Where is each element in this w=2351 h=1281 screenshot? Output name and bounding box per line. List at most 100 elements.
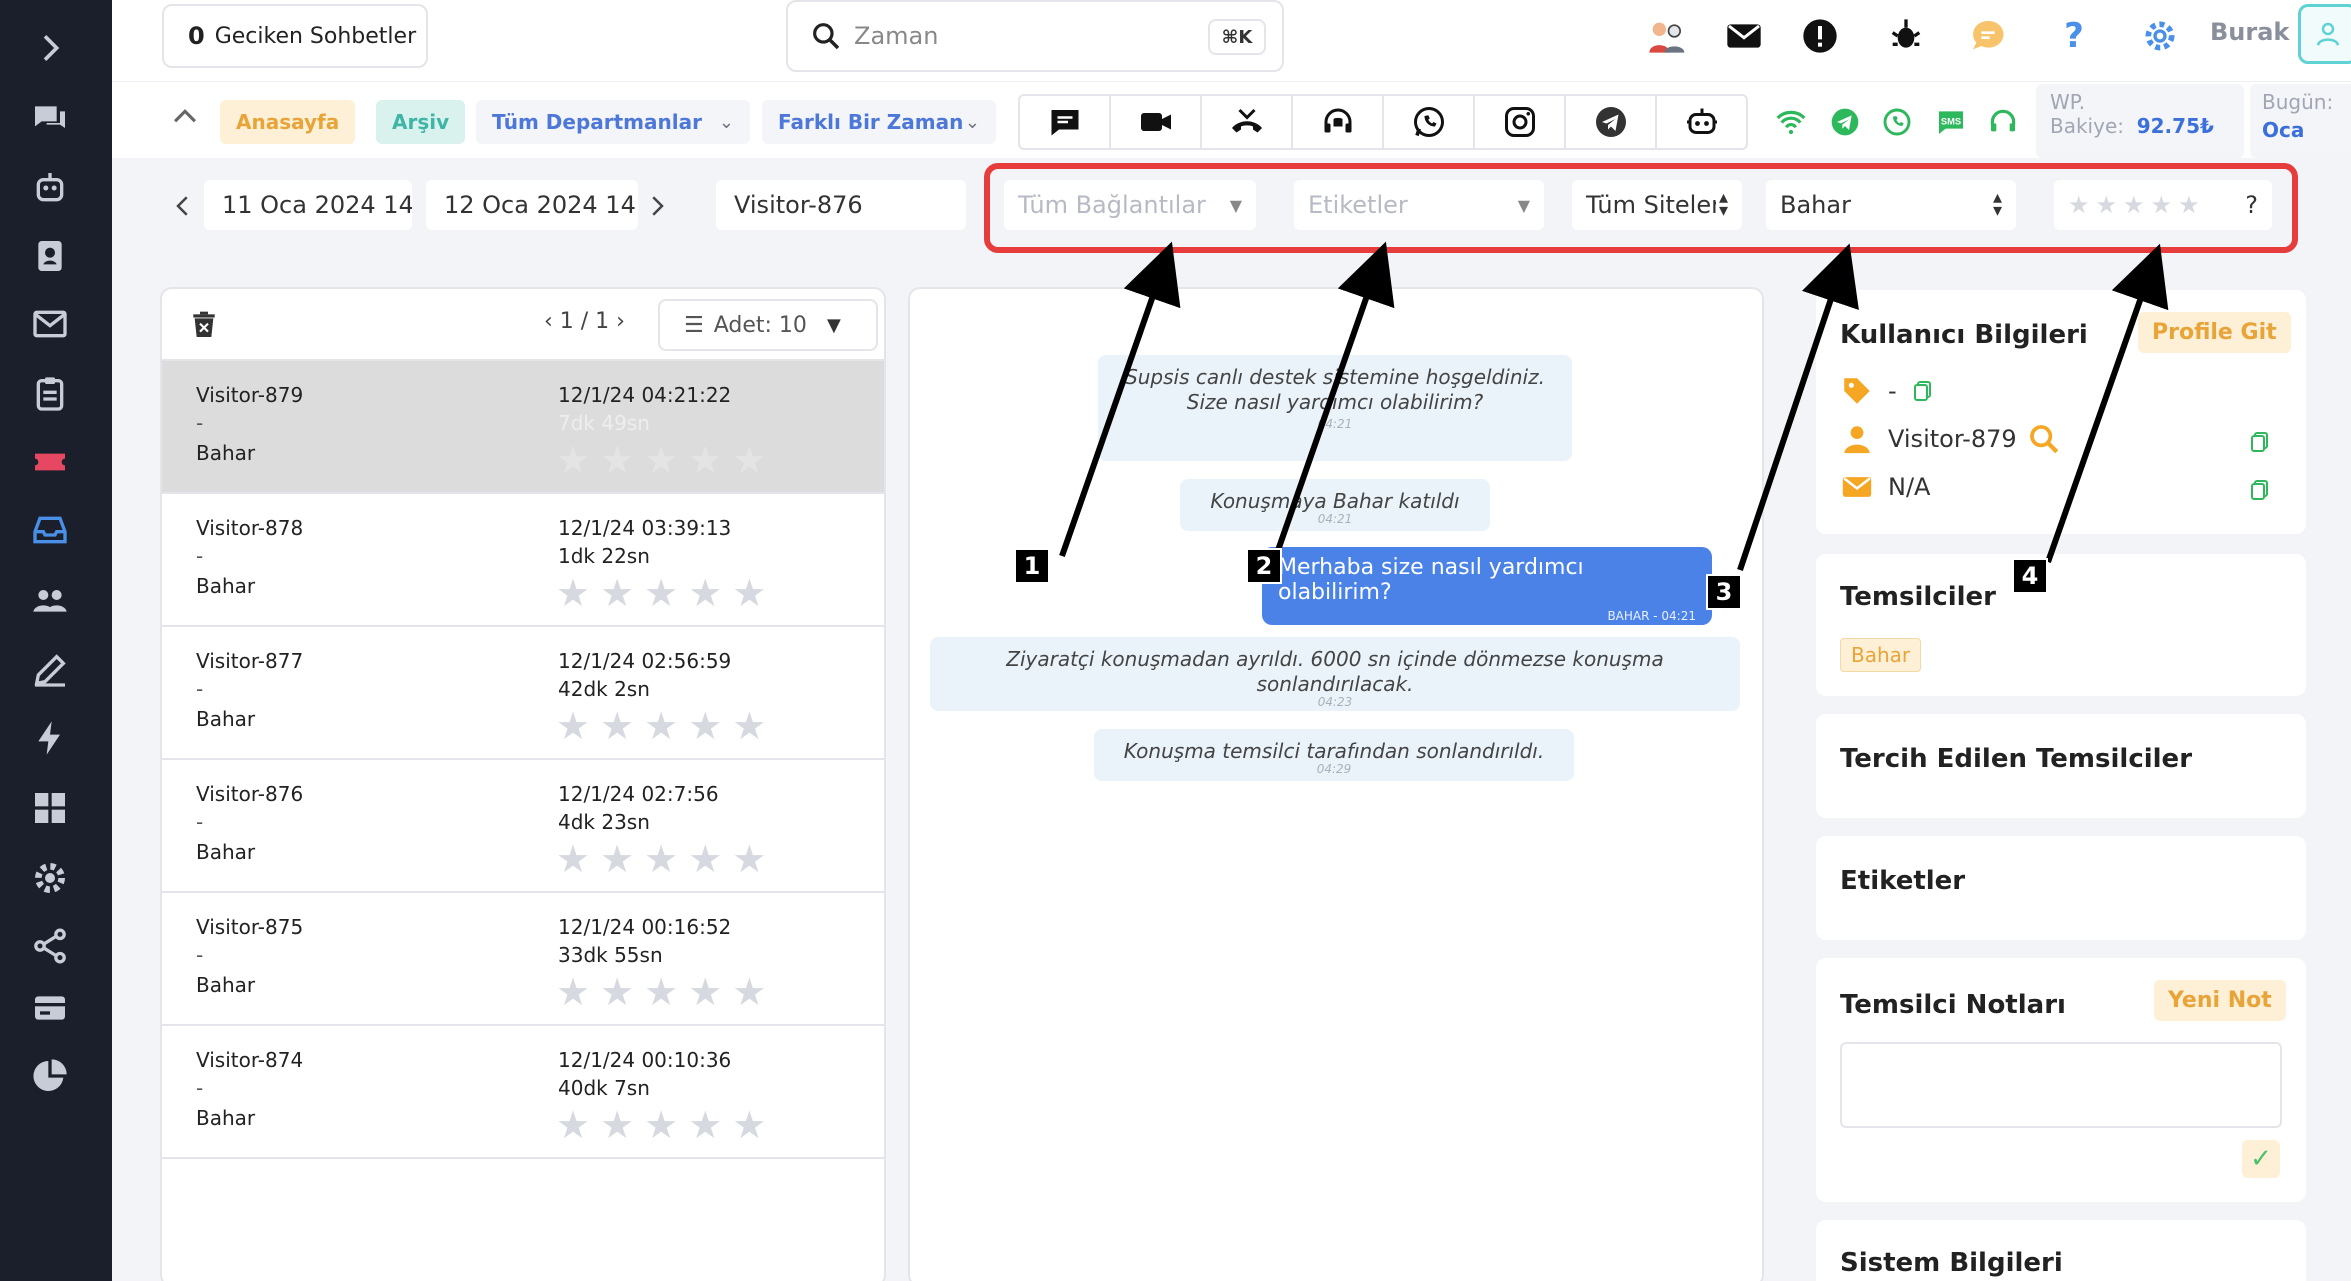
pagination[interactable]: ‹ 1 / 1 › bbox=[544, 309, 625, 334]
chat-messages-panel: Supsis canlı destek sistemine hoşgeldini… bbox=[908, 287, 1764, 1281]
row-dash: - bbox=[196, 677, 204, 701]
chat-list-row[interactable]: Visitor-875 - Bahar 12/1/24 00:16:52 33d… bbox=[162, 893, 884, 1026]
date-to-input[interactable]: 12 Oca 2024 14:2 bbox=[426, 180, 638, 230]
whatsapp-icon bbox=[1413, 107, 1444, 137]
headset-icon bbox=[1324, 108, 1351, 133]
user-icon bbox=[2316, 22, 2340, 46]
representative-badge[interactable]: Bahar bbox=[1840, 638, 1922, 672]
telegram-status-icon[interactable] bbox=[1826, 103, 1864, 141]
support-agents-icon[interactable] bbox=[1640, 10, 1692, 62]
magnifier-icon[interactable] bbox=[2027, 422, 2061, 456]
date-prev-arrow[interactable] bbox=[168, 190, 198, 230]
share-icon[interactable] bbox=[28, 924, 72, 968]
date-next-arrow[interactable] bbox=[642, 190, 672, 230]
billing-card-icon[interactable] bbox=[28, 986, 72, 1030]
breadcrumb-home[interactable]: Anasayfa bbox=[220, 100, 356, 144]
breadcrumb-archive[interactable]: Arşiv bbox=[376, 100, 466, 144]
search-input[interactable]: Zaman ⌘K bbox=[786, 0, 1284, 72]
user-email-value: N/A bbox=[1888, 473, 1931, 501]
sort-lines-icon: ☰ bbox=[684, 312, 704, 338]
overdue-chats-button[interactable]: 0 Geciken Sohbetler bbox=[162, 4, 428, 68]
wp-balance: WP. Bakiye: 92.75₺ bbox=[2036, 84, 2244, 158]
grid-icon[interactable] bbox=[28, 786, 72, 830]
users-icon[interactable] bbox=[28, 578, 72, 622]
user-name[interactable]: Burak bbox=[2210, 18, 2289, 46]
wifi-status-icon[interactable] bbox=[1772, 103, 1810, 141]
channel-missed-call[interactable] bbox=[1202, 96, 1293, 148]
row-date: 12/1/24 04:21:22 bbox=[558, 383, 732, 407]
channel-instagram[interactable] bbox=[1475, 96, 1566, 148]
mail-icon[interactable] bbox=[28, 302, 72, 346]
row-dash: - bbox=[196, 810, 204, 834]
new-note-button[interactable]: Yeni Not bbox=[2154, 980, 2286, 1021]
row-date: 12/1/24 00:10:36 bbox=[558, 1048, 732, 1072]
lightning-icon[interactable] bbox=[28, 716, 72, 760]
chat-list-row[interactable]: Visitor-879 - Bahar 12/1/24 04:21:22 7dk… bbox=[162, 361, 884, 494]
chat-list-row[interactable]: Visitor-878 - Bahar 12/1/24 03:39:13 1dk… bbox=[162, 494, 884, 627]
today-summary: Bugün: Oca bbox=[2250, 84, 2351, 158]
row-date: 12/1/24 03:39:13 bbox=[558, 516, 732, 540]
system-message-ended: Konuşma temsilci tarafından sonlandırıld… bbox=[1094, 729, 1574, 781]
contacts-icon[interactable] bbox=[28, 234, 72, 278]
mail-icon[interactable] bbox=[1718, 10, 1770, 62]
row-date: 12/1/24 00:16:52 bbox=[558, 915, 732, 939]
whatsapp-status-icon[interactable] bbox=[1878, 103, 1916, 141]
row-agent: Bahar bbox=[196, 973, 256, 997]
edit-pen-icon[interactable] bbox=[28, 648, 72, 692]
inbox-archive-icon[interactable] bbox=[28, 508, 72, 552]
chat-list-row[interactable]: Visitor-877 - Bahar 12/1/24 02:56:59 42d… bbox=[162, 627, 884, 760]
row-date: 12/1/24 02:56:59 bbox=[558, 649, 732, 673]
avatar[interactable] bbox=[2298, 4, 2351, 64]
copy-icon[interactable] bbox=[2248, 478, 2272, 502]
bug-icon[interactable] bbox=[1880, 10, 1932, 62]
profile-go-button[interactable]: Profile Git bbox=[2138, 312, 2291, 353]
help-icon[interactable]: ? bbox=[2048, 10, 2100, 62]
settings-gear-icon[interactable] bbox=[2134, 10, 2186, 62]
missed-call-icon bbox=[1231, 108, 1262, 133]
channel-bot[interactable] bbox=[1657, 96, 1746, 148]
overdue-count: 0 bbox=[188, 22, 205, 50]
collapse-chevron-up-icon[interactable] bbox=[168, 100, 202, 141]
agent-message-meta: BAHAR - 04:21 bbox=[1607, 609, 1696, 623]
department-select[interactable]: Tüm Departmanlar ⌄ bbox=[476, 100, 750, 144]
sms-status-icon[interactable]: SMS bbox=[1932, 103, 1970, 141]
instagram-icon bbox=[1504, 107, 1535, 137]
trash-icon[interactable] bbox=[188, 309, 220, 341]
caret-down-icon: ▼ bbox=[826, 314, 841, 336]
copy-icon[interactable] bbox=[1911, 379, 1935, 403]
callcenter-status-icon[interactable] bbox=[1984, 103, 2022, 141]
visitor-search-input[interactable]: Visitor-876 bbox=[716, 180, 966, 230]
chat-list-header: ‹ 1 / 1 › ☰ Adet: 10 ▼ bbox=[162, 289, 884, 361]
time-select[interactable]: Farklı Bir Zaman ⌄ bbox=[762, 100, 996, 144]
ticket-icon[interactable] bbox=[28, 440, 72, 484]
channel-telegram[interactable] bbox=[1566, 96, 1657, 148]
settings-gear-icon[interactable] bbox=[28, 856, 72, 900]
alert-icon[interactable] bbox=[1794, 10, 1846, 62]
person-icon bbox=[1844, 426, 1870, 454]
chat-list-row[interactable]: Visitor-876 - Bahar 12/1/24 02:7:56 4dk … bbox=[162, 760, 884, 893]
search-shortcut: ⌘K bbox=[1208, 19, 1266, 55]
copy-icon[interactable] bbox=[2248, 430, 2272, 454]
row-dash: - bbox=[196, 943, 204, 967]
channel-whatsapp[interactable] bbox=[1384, 96, 1475, 148]
channel-video[interactable] bbox=[1111, 96, 1202, 148]
row-visitor-name: Visitor-876 bbox=[196, 782, 304, 806]
system-info-title: Sistem Bilgileri bbox=[1840, 1248, 2063, 1278]
expand-chevron-icon[interactable] bbox=[28, 26, 72, 70]
channel-livechat[interactable] bbox=[1020, 96, 1111, 148]
notes-textarea[interactable] bbox=[1840, 1042, 2282, 1128]
chat-list-row[interactable]: Visitor-874 - Bahar 12/1/24 00:10:36 40d… bbox=[162, 1026, 884, 1159]
page-size-select[interactable]: ☰ Adet: 10 ▼ bbox=[658, 299, 878, 351]
channel-call-center[interactable] bbox=[1293, 96, 1384, 148]
check-icon[interactable]: ✓ bbox=[2242, 1140, 2280, 1178]
feedback-chat-icon[interactable] bbox=[1962, 10, 2014, 62]
star-icon: ★ bbox=[688, 1103, 723, 1147]
chat-bubbles-icon[interactable] bbox=[28, 96, 72, 140]
clipboard-icon[interactable] bbox=[28, 372, 72, 416]
star-icon: ★ bbox=[688, 837, 723, 881]
pie-chart-icon[interactable] bbox=[28, 1054, 72, 1098]
date-from-input[interactable]: 11 Oca 2024 14:2 bbox=[204, 180, 412, 230]
row-rating: ★ ★ ★ ★ ★ bbox=[556, 707, 766, 745]
joined-text: Konuşmaya Bahar katıldı bbox=[1210, 489, 1460, 513]
bot-icon[interactable] bbox=[28, 166, 72, 210]
